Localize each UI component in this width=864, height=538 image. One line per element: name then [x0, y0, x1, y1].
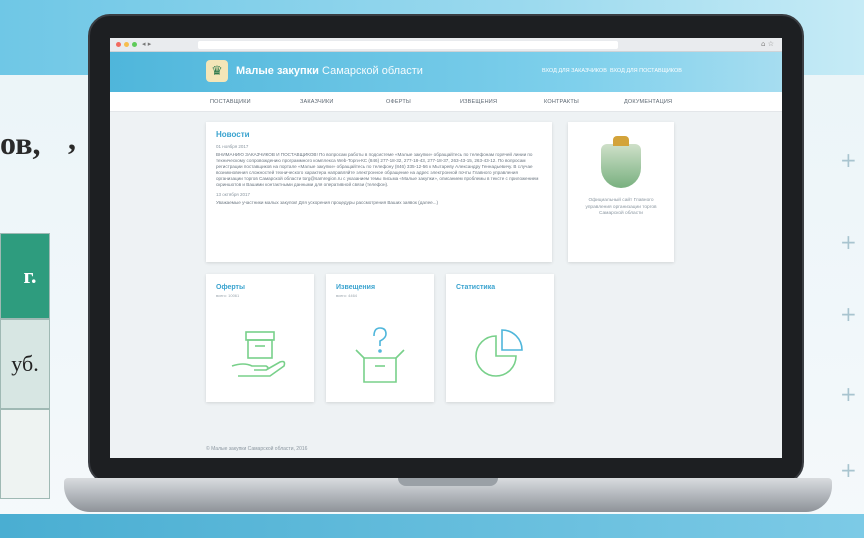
official-site-caption: Официальный сайт Главного управления орг… [585, 198, 657, 216]
site-footer: © Малые закупки Самарской области, 2016 [206, 446, 308, 452]
menu-item-suppliers[interactable]: ПОСТАВЩИКИ [210, 99, 251, 105]
question-box-icon [355, 327, 405, 383]
menu-item-customers[interactable]: ЗАКАЗЧИКИ [300, 99, 334, 105]
laptop-screen: ◂ ▸ ⌂ ☆ ♛ Малые закупки Самарской област… [110, 38, 782, 458]
samara-coat-of-arms-icon[interactable]: ♛ [206, 60, 228, 82]
news-text: ВНИМАНИЮ ЗАКАЗЧИКОВ И ПОСТАВЩИКОВ! По во… [216, 152, 539, 187]
tile-statistics[interactable]: Статистика [446, 274, 554, 402]
close-window-icon[interactable] [116, 42, 121, 47]
tile-count: всего: 10061 [216, 293, 240, 298]
login-customer-link[interactable]: Вход для заказчиков [542, 68, 607, 74]
tile-notices[interactable]: Извещения всего: 4464 [326, 274, 434, 402]
maximize-window-icon[interactable] [132, 42, 137, 47]
login-supplier-link[interactable]: Вход для поставщиков [610, 68, 682, 74]
plus-decoration-icon: + [840, 148, 857, 172]
menu-item-offers[interactable]: ОФЕРТЫ [386, 99, 411, 105]
news-title[interactable]: Новости [216, 130, 542, 139]
window-controls [116, 42, 137, 47]
minimize-window-icon[interactable] [124, 42, 129, 47]
plus-decoration-icon: + [840, 458, 857, 482]
slide-bottom-band [0, 514, 864, 538]
plus-decoration-icon: + [840, 382, 857, 406]
menu-item-contracts[interactable]: КОНТРАКТЫ [544, 99, 579, 105]
tile-title: Извещения [336, 284, 376, 291]
back-forward-icon[interactable]: ◂ ▸ [142, 40, 151, 48]
samara-emblem-icon [601, 136, 641, 188]
menu-item-documentation[interactable]: ДОКУМЕНТАЦИЯ [624, 99, 672, 105]
laptop-base [64, 478, 832, 512]
plus-decoration-icon: + [840, 302, 857, 326]
box-in-hand-icon [231, 331, 286, 377]
browser-action-icons[interactable]: ⌂ ☆ [761, 40, 774, 48]
pie-chart-icon [475, 329, 523, 377]
site-title[interactable]: Малые закупки Самарской области [236, 65, 423, 77]
news-text[interactable]: Уважаемые участники малых закупок! Для у… [216, 200, 542, 206]
tile-offers[interactable]: Оферты всего: 10061 [206, 274, 314, 402]
official-site-card[interactable]: Официальный сайт Главного управления орг… [568, 122, 674, 262]
news-date: 01 ноября 2017 [216, 144, 249, 149]
slide-table-cell-empty [0, 409, 50, 499]
tile-title: Статистика [456, 284, 496, 291]
menu-item-notices[interactable]: ИЗВЕЩЕНИЯ [460, 99, 497, 105]
tile-title: Оферты [216, 284, 245, 291]
site-header: ♛ Малые закупки Самарской области Вход д… [110, 52, 782, 92]
slide-title-fragment: ов, [0, 125, 41, 161]
site-title-region: Самарской области [322, 65, 423, 77]
news-card: Новости 01 ноября 2017 ВНИМАНИЮ ЗАКАЗЧИК… [206, 122, 552, 262]
slide-table-cell-price: уб. [0, 319, 50, 409]
site-title-main: Малые закупки [236, 65, 319, 77]
main-menu: ПОСТАВЩИКИ ЗАКАЗЧИКИ ОФЕРТЫ ИЗВЕЩЕНИЯ КО… [110, 92, 782, 112]
address-bar[interactable] [198, 41, 618, 49]
news-date: 13 октября 2017 [216, 192, 251, 197]
laptop-notch [398, 478, 498, 486]
slide-comma: , [68, 120, 76, 156]
tile-count: всего: 4464 [336, 293, 358, 298]
plus-decoration-icon: + [840, 230, 857, 254]
browser-toolbar: ◂ ▸ ⌂ ☆ [110, 38, 782, 52]
slide-table-cell-year: г. [0, 233, 50, 319]
